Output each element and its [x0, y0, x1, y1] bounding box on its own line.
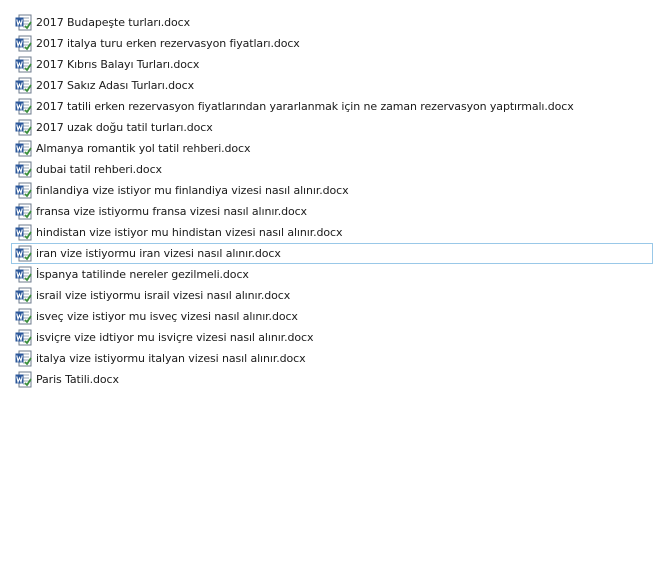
file-item[interactable]: İspanya tatilinde nereler gezilmeli.docx [11, 264, 653, 285]
file-name: 2017 Budapeşte turları.docx [36, 16, 191, 29]
word-document-icon [15, 182, 32, 199]
file-item[interactable]: fransa vize istiyormu fransa vizesi nası… [11, 201, 653, 222]
word-document-icon [15, 308, 32, 325]
file-name: iran vize istiyormu iran vizesi nasıl al… [36, 247, 281, 260]
file-name: 2017 Sakız Adası Turları.docx [36, 79, 195, 92]
file-item[interactable]: finlandiya vize istiyor mu finlandiya vi… [11, 180, 653, 201]
file-item[interactable]: Almanya romantik yol tatil rehberi.docx [11, 138, 653, 159]
word-document-icon [15, 140, 32, 157]
file-name: israil vize istiyormu israil vizesi nası… [36, 289, 291, 302]
file-item[interactable]: israil vize istiyormu israil vizesi nası… [11, 285, 653, 306]
file-item[interactable]: dubai tatil rehberi.docx [11, 159, 653, 180]
file-item[interactable]: 2017 italya turu erken rezervasyon fiyat… [11, 33, 653, 54]
file-item[interactable]: italya vize istiyormu italyan vizesi nas… [11, 348, 653, 369]
word-document-icon [15, 371, 32, 388]
file-name: dubai tatil rehberi.docx [36, 163, 162, 176]
file-name: 2017 tatili erken rezervasyon fiyatların… [36, 100, 574, 113]
file-name: finlandiya vize istiyor mu finlandiya vi… [36, 184, 349, 197]
word-document-icon [15, 35, 32, 52]
file-name: isviçre vize idtiyor mu isviçre vizesi n… [36, 331, 314, 344]
file-name: 2017 Kıbrıs Balayı Turları.docx [36, 58, 200, 71]
file-item[interactable]: 2017 Budapeşte turları.docx [11, 12, 653, 33]
file-list: 2017 Budapeşte turları.docx 2017 italya … [11, 12, 653, 390]
file-item[interactable]: 2017 Kıbrıs Balayı Turları.docx [11, 54, 653, 75]
file-item[interactable]: isveç vize istiyor mu isveç vizesi nasıl… [11, 306, 653, 327]
file-name: İspanya tatilinde nereler gezilmeli.docx [36, 268, 249, 281]
file-item[interactable]: 2017 Sakız Adası Turları.docx [11, 75, 653, 96]
word-document-icon [15, 14, 32, 31]
word-document-icon [15, 287, 32, 304]
file-item[interactable]: isviçre vize idtiyor mu isviçre vizesi n… [11, 327, 653, 348]
file-name: isveç vize istiyor mu isveç vizesi nasıl… [36, 310, 298, 323]
file-item[interactable]: 2017 uzak doğu tatil turları.docx [11, 117, 653, 138]
file-name: 2017 italya turu erken rezervasyon fiyat… [36, 37, 300, 50]
file-item[interactable]: 2017 tatili erken rezervasyon fiyatların… [11, 96, 653, 117]
file-name: fransa vize istiyormu fransa vizesi nası… [36, 205, 307, 218]
word-document-icon [15, 161, 32, 178]
word-document-icon [15, 203, 32, 220]
word-document-icon [15, 350, 32, 367]
word-document-icon [15, 119, 32, 136]
file-name: italya vize istiyormu italyan vizesi nas… [36, 352, 306, 365]
word-document-icon [15, 245, 32, 262]
file-item[interactable]: hindistan vize istiyor mu hindistan vize… [11, 222, 653, 243]
word-document-icon [15, 56, 32, 73]
file-name: Almanya romantik yol tatil rehberi.docx [36, 142, 251, 155]
file-item-focused[interactable]: iran vize istiyormu iran vizesi nasıl al… [11, 243, 653, 264]
word-document-icon [15, 77, 32, 94]
file-name: hindistan vize istiyor mu hindistan vize… [36, 226, 343, 239]
word-document-icon [15, 224, 32, 241]
file-name: 2017 uzak doğu tatil turları.docx [36, 121, 213, 134]
file-name: Paris Tatili.docx [36, 373, 119, 386]
file-item[interactable]: Paris Tatili.docx [11, 369, 653, 390]
word-document-icon [15, 98, 32, 115]
word-document-icon [15, 329, 32, 346]
word-document-icon [15, 266, 32, 283]
